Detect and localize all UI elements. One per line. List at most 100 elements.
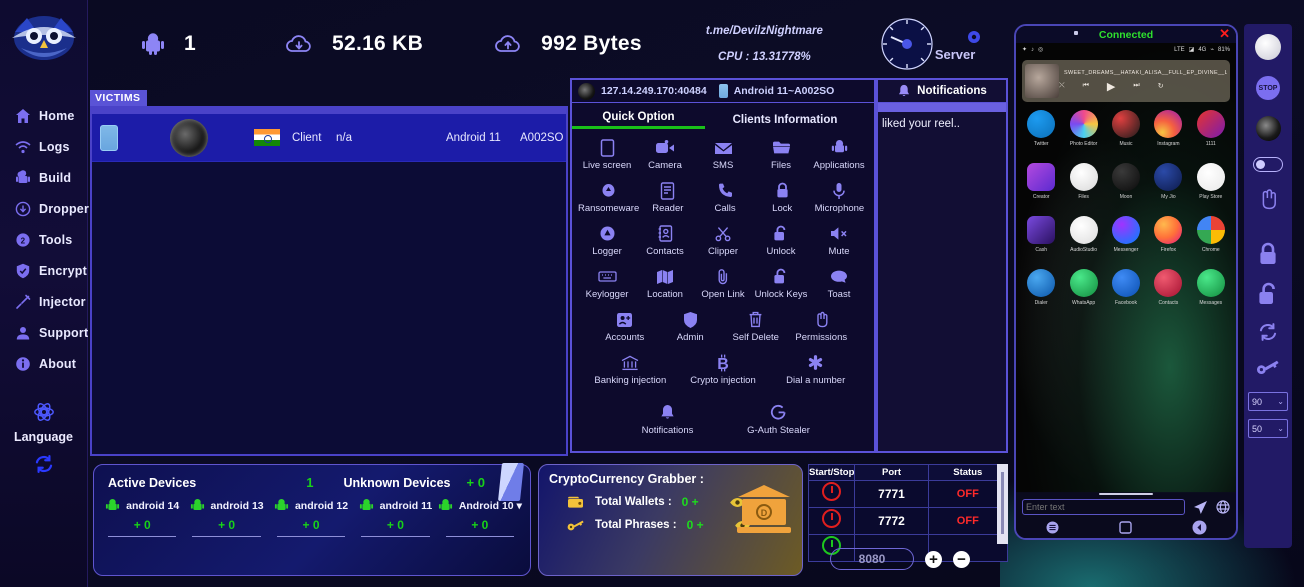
next-icon[interactable]: ⏭ (1133, 82, 1139, 90)
toggle-switch[interactable] (1253, 157, 1283, 172)
quick-option-files[interactable]: Files (752, 137, 810, 171)
list-item[interactable]: Files (1062, 163, 1104, 200)
scrollbar[interactable] (997, 464, 1008, 544)
list-item[interactable]: Music (1105, 110, 1147, 147)
port-toggle-button[interactable] (822, 482, 841, 501)
refresh-icon[interactable] (1258, 322, 1278, 342)
port-toggle-button[interactable] (822, 509, 841, 528)
language-selector[interactable]: Language (0, 401, 87, 479)
text-input[interactable] (1022, 499, 1185, 515)
send-icon[interactable] (1193, 500, 1208, 515)
quick-option-unlock-keys[interactable]: Unlock Keys (752, 266, 810, 300)
power-icon[interactable] (1255, 34, 1281, 60)
quick-option-mute[interactable]: Mute (810, 223, 868, 257)
quick-option-accounts[interactable]: Accounts (592, 309, 658, 343)
quick-option-toast[interactable]: Toast (810, 266, 868, 300)
table-row[interactable]: 7772 OFF (809, 508, 1008, 535)
quick-option-applications[interactable]: Applications (810, 137, 868, 171)
refresh-icon[interactable] (0, 454, 87, 479)
quick-option-microphone[interactable]: Microphone (811, 180, 868, 214)
list-item[interactable]: Moon (1105, 163, 1147, 200)
menu-icon[interactable] (1046, 521, 1059, 534)
quality-select[interactable]: 90 ⌄ (1248, 392, 1288, 411)
quick-option-reader[interactable]: Reader (639, 180, 696, 214)
hand-icon[interactable] (1258, 188, 1278, 210)
sidebar-item-build[interactable]: Build (0, 162, 87, 193)
port-input[interactable]: 8080 (830, 548, 914, 570)
media-player-widget[interactable]: SWEET_DREAMS__HATAKI_ALISA__FULL_EP_DIVI… (1022, 60, 1230, 102)
quick-option-location[interactable]: Location (636, 266, 694, 300)
table-row[interactable]: Client n/a Android 11 A002SO (92, 114, 566, 162)
list-item[interactable]: AudioStudio (1062, 216, 1104, 253)
quick-option-clipper[interactable]: Clipper (694, 223, 752, 257)
list-item[interactable]: Facebook (1105, 269, 1147, 306)
list-item[interactable]: Chrome (1190, 216, 1232, 253)
quick-option-self-delete[interactable]: Self Delete (723, 309, 789, 343)
quick-option-admin[interactable]: Admin (658, 309, 724, 343)
remove-port-button[interactable]: − (953, 551, 970, 568)
shuffle-icon[interactable]: ⤬ (1059, 82, 1065, 90)
close-icon[interactable]: ✕ (1219, 27, 1230, 41)
tab-quick-option[interactable]: Quick Option (572, 111, 705, 129)
add-port-button[interactable]: + (925, 551, 942, 568)
quick-option-lock[interactable]: Lock (754, 180, 811, 214)
list-item[interactable]: Cash (1020, 216, 1062, 253)
fps-select[interactable]: 50 ⌄ (1248, 419, 1288, 438)
tab-clients-information[interactable]: Clients Information (705, 114, 865, 129)
victims-tab-label[interactable]: VICTIMS (90, 90, 147, 106)
device-col-android-11[interactable]: android 11 + 0 (353, 498, 437, 537)
lock-icon[interactable] (1257, 242, 1279, 266)
quick-option-permissions[interactable]: Permissions (789, 309, 855, 343)
list-item[interactable]: Instagram (1147, 110, 1189, 147)
list-item[interactable]: Creator (1020, 163, 1062, 200)
device-col-android-12[interactable]: android 12 + 0 (269, 498, 353, 537)
repeat-icon[interactable]: ↻ (1158, 82, 1164, 90)
key-icon[interactable] (1256, 358, 1280, 376)
sidebar-item-injector[interactable]: Injector (0, 286, 87, 317)
device-col-android-13[interactable]: android 13 + 0 (184, 498, 268, 537)
prev-icon[interactable]: ⏮ (1083, 82, 1089, 90)
stop-icon[interactable]: STOP (1256, 76, 1280, 100)
list-item[interactable]: Dialer (1020, 269, 1062, 306)
quick-option-contacts[interactable]: Contacts (636, 223, 694, 257)
list-item[interactable]: Firefox (1147, 216, 1189, 253)
sidebar-item-encrypt[interactable]: Encrypt (0, 255, 87, 286)
quick-option-notifications[interactable]: Notifications (613, 402, 723, 436)
list-item[interactable]: Messages (1190, 269, 1232, 306)
quick-option-dial-a-number[interactable]: Dial a number (769, 352, 862, 386)
list-item[interactable]: liked your reel.. (878, 112, 1006, 130)
avatar-icon[interactable] (1256, 116, 1281, 141)
list-item[interactable]: 1111 (1190, 110, 1232, 147)
quick-option-sms[interactable]: SMS (694, 137, 752, 171)
sidebar-item-tools[interactable]: 2 Tools (0, 224, 87, 255)
list-item[interactable]: Photo Editor (1062, 110, 1104, 147)
device-col-android-10[interactable]: Android 10 ▾ + 0 (438, 498, 522, 537)
list-item[interactable]: My Jio (1147, 163, 1189, 200)
media-controls[interactable]: ⤬ ⏮ ▶ ⏭ ↻ (1059, 80, 1227, 93)
sidebar-item-home[interactable]: Home (0, 100, 87, 131)
gear-icon[interactable] (967, 30, 981, 44)
sidebar-item-logs[interactable]: Logs (0, 131, 87, 162)
back-icon[interactable] (1192, 520, 1207, 535)
sidebar-item-dropper[interactable]: Dropper (0, 193, 87, 224)
quick-option-calls[interactable]: Calls (696, 180, 753, 214)
quick-option-open-link[interactable]: Open Link (694, 266, 752, 300)
quick-option-crypto-injection[interactable]: B Crypto injection (677, 352, 770, 386)
quick-option-banking-injection[interactable]: Banking injection (584, 352, 677, 386)
unlock-icon[interactable] (1257, 282, 1279, 306)
list-item[interactable]: WhatsApp (1062, 269, 1104, 306)
sidebar-item-support[interactable]: Support (0, 317, 87, 348)
play-icon[interactable]: ▶ (1107, 80, 1115, 93)
phone-screen[interactable]: ✦♪◎ LTE◪4G⌁81% SWEET_DREAMS__HATAKI_ALIS… (1016, 43, 1236, 493)
list-item[interactable]: Contacts (1147, 269, 1189, 306)
quick-option-ransomeware[interactable]: Ransomeware (578, 180, 639, 214)
list-item[interactable]: Play Store (1190, 163, 1232, 200)
list-item[interactable]: Twitter (1020, 110, 1062, 147)
device-col-android-14[interactable]: android 14 + 0 (100, 498, 184, 537)
table-row[interactable]: 7771 OFF (809, 481, 1008, 508)
quick-option-keylogger[interactable]: Keylogger (578, 266, 636, 300)
globe-icon[interactable] (1216, 500, 1230, 514)
quick-option-live-screen[interactable]: Live screen (578, 137, 636, 171)
quick-option-unlock[interactable]: Unlock (752, 223, 810, 257)
square-icon[interactable] (1118, 520, 1133, 535)
